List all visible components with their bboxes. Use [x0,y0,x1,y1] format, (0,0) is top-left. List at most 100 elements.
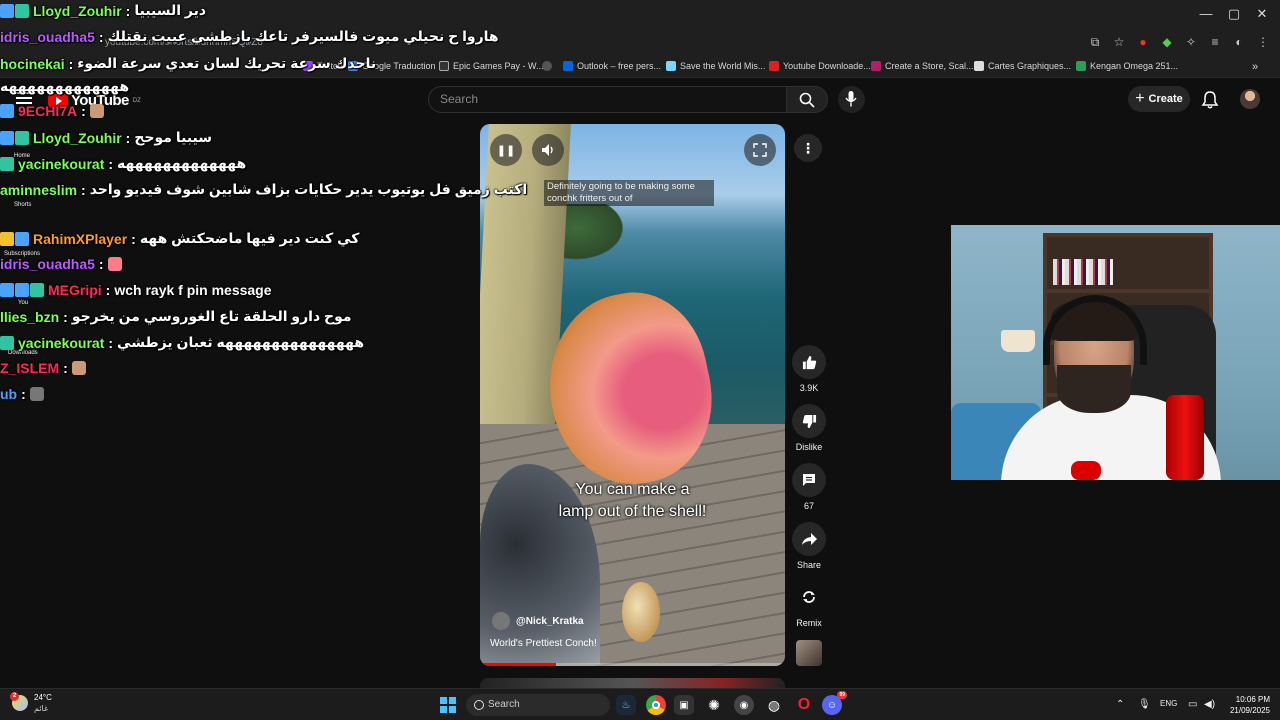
chat-username[interactable]: yacinekourat [18,156,104,172]
chat-username[interactable]: idris_ouadha5 [0,29,95,45]
maximize-button[interactable]: ▢ [1224,5,1244,23]
chat-username[interactable]: MEGripi [48,282,102,298]
chat-badge-icon [0,3,14,18]
notifications-bell-icon[interactable] [1200,90,1220,110]
microphone-scene [1166,395,1204,480]
bookmark-outlook[interactable]: Outlook – free pers... [563,61,661,71]
chat-username[interactable]: hocinekai [0,56,65,72]
dislike-label: Dislike [795,442,823,452]
dislike-button[interactable]: Dislike [792,404,826,452]
microphone-tray-icon[interactable]: 🎙 [1138,699,1151,710]
bookmark-create-store[interactable]: Create a Store, Scal... [871,61,974,71]
profile-icon[interactable]: ◐ [1230,33,1248,51]
volume-button[interactable] [532,134,564,166]
fullscreen-button[interactable] [744,134,776,166]
discord-icon[interactable]: ☺ 99 [822,691,847,715]
pause-button[interactable]: ❚❚ [490,134,522,166]
sidebar-item-shorts[interactable]: Shorts [14,202,31,208]
opera-gx-icon[interactable]: O [794,695,814,715]
start-button[interactable] [440,697,456,713]
chat-username[interactable]: ub [0,386,17,402]
share-button[interactable]: Share [792,522,826,570]
weather-cloud-icon: 2 [10,692,28,711]
chat-message: هههههههههههههه [0,78,129,95]
chat-text: هههههههههههههههه ثعبان يزطشي [117,334,365,350]
close-window-button[interactable]: ✕ [1252,5,1272,23]
weather-widget[interactable]: 2 24°C غائم [10,692,52,714]
microphone-icon [845,91,857,107]
create-button[interactable]: + Create [1128,86,1190,112]
chat-username[interactable]: llies_bzn [0,309,59,325]
bookmark-cartes-graphiques[interactable]: Cartes Graphiques... [974,61,1071,71]
plus-icon: + [1135,90,1145,107]
obs-icon[interactable]: ◍ [764,695,784,715]
search-button[interactable] [786,86,828,113]
taskbar-search[interactable]: Search [466,694,610,716]
chatgpt-icon[interactable]: ✺ [704,695,724,715]
bookmark-kengan-omega[interactable]: Kengan Omega 251... [1076,61,1178,71]
taskbar-clock[interactable]: 10:06 PM 21/09/2025 [1226,694,1270,716]
speaker-icon[interactable]: ◀) [1204,699,1215,710]
bookmarks-overflow-chevron-icon[interactable]: » [1252,61,1258,73]
chat-separator: : [108,155,114,172]
chat-username[interactable]: 9ECHI7A [18,103,77,119]
remix-button[interactable]: Remix [792,580,826,628]
chat-separator: : [108,334,114,351]
capture-app-icon[interactable]: ▣ [674,695,694,715]
search-icon [799,92,815,108]
windows-taskbar [0,688,1280,720]
more-options-button[interactable]: ⋮ [794,134,822,162]
chat-username[interactable]: Z_ISLEM [0,360,59,376]
chat-username[interactable]: idris_ouadha5 [0,256,95,272]
chat-username[interactable]: Lloyd_Zouhir [33,130,122,146]
install-app-icon[interactable]: ⧉ [1086,33,1104,51]
minimize-button[interactable]: — [1196,5,1216,23]
network-icon[interactable]: ▭ [1188,699,1197,710]
steam-icon[interactable]: ♨ [616,695,636,715]
search-input[interactable]: Search [428,86,788,113]
chat-message: yacinekourat: هههههههههههههه [0,155,246,172]
browser-menu-icon[interactable]: ⋮ [1254,33,1272,51]
video-title[interactable]: World's Prettiest Conch! [490,638,597,649]
like-button[interactable]: 3.9K [792,345,826,393]
sound-thumbnail[interactable] [796,640,822,666]
chat-username[interactable]: aminneslim [0,182,77,198]
chat-separator: : [21,386,26,402]
channel-link[interactable]: @Nick_Kratka [492,612,584,630]
chat-badges [0,283,44,297]
shorts-video-player[interactable]: ❚❚ Definitely going to be making some co… [480,124,785,666]
chat-separator: : [125,2,131,19]
comments-button[interactable]: 67 [792,463,826,511]
extension-shield-icon[interactable]: ◆ [1158,33,1176,51]
bookmark-globe[interactable] [542,61,556,71]
sidebar-item-you[interactable]: You [18,300,28,306]
extensions-puzzle-icon[interactable]: ✧ [1182,33,1200,51]
channel-avatar[interactable] [492,612,510,630]
bookmark-youtube-downloader[interactable]: Youtube Downloade... [769,61,871,71]
chat-badge-icon [15,231,29,246]
lamp-scene [1001,330,1035,352]
bookmark-star-icon[interactable]: ☆ [1110,33,1128,51]
chat-message: Z_ISLEM: [0,360,86,376]
chat-badge-icon [0,130,14,145]
remix-label: Remix [796,618,822,628]
bookmark-save-the-world[interactable]: Save the World Mis... [666,61,765,71]
show-hidden-icons-chevron-icon[interactable]: ⌃ [1116,699,1124,710]
fortnite-icon [666,61,676,71]
fullscreen-icon [753,143,767,157]
account-avatar[interactable] [1240,89,1260,109]
chrome-icon[interactable] [646,695,666,715]
video-progress-bar[interactable] [480,663,785,666]
reading-list-icon[interactable]: ≡ [1206,33,1224,51]
extension-record-icon[interactable]: ● [1134,33,1152,51]
chat-username[interactable]: Lloyd_Zouhir [33,3,122,19]
chat-separator: : [125,129,131,146]
chat-text: هههههههههههههه [117,155,247,171]
chat-username[interactable]: yacinekourat [18,335,104,351]
voice-search-button[interactable] [838,86,865,113]
location-app-icon[interactable]: ◉ [734,695,754,715]
weather-badge: 2 [10,692,19,701]
language-indicator[interactable]: ENG [1160,699,1177,708]
bookmark-epic-games[interactable]: Epic Games Pay - W... [439,61,544,71]
chat-username[interactable]: RahimXPlayer [33,231,127,247]
